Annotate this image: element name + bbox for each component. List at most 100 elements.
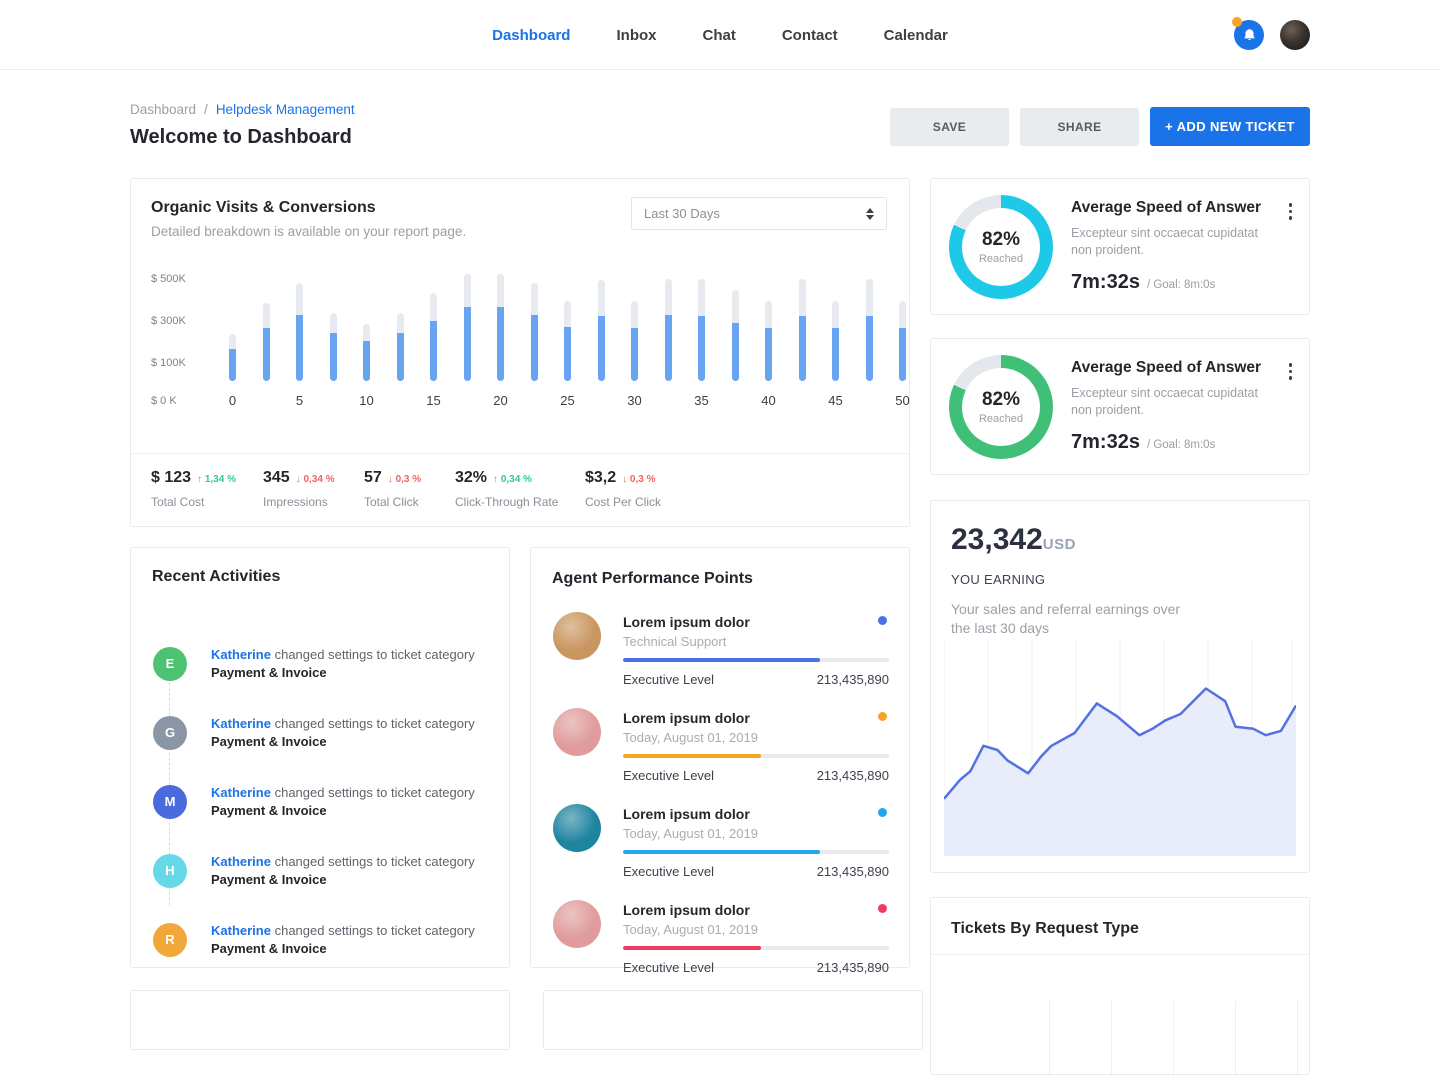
stat-delta: ↓ 0,34 % [296,474,335,485]
earnings-desc: Your sales and referral earnings over th… [951,600,1201,638]
status-dot [878,808,887,817]
organic-card-subtitle: Detailed breakdown is available on your … [151,224,466,239]
stat-delta-value: 0,3 % [630,474,656,485]
x-axis-tick: 50 [895,393,909,408]
nav-item[interactable]: Calendar [884,27,948,44]
agent-meta-row: Executive Level 213,435,890 [623,960,889,975]
activity-text: Katherine changed settings to ticket cat… [211,646,475,682]
speed-card-desc: Excepteur sint occaecat cupidatat non pr… [1071,385,1273,419]
activity-action: changed settings to ticket category [275,647,475,662]
kebab-menu-icon[interactable] [1287,201,1295,222]
activity-actor[interactable]: Katherine [211,923,271,938]
status-dot [878,904,887,913]
nav-item[interactable]: Dashboard [492,27,570,44]
earnings-area-chart [944,639,1296,866]
bar-value [832,328,839,381]
bar-value [296,315,303,381]
share-button[interactable]: SHARE [1020,108,1139,146]
tickets-by-request-type-card: Tickets By Request Type [930,897,1310,1075]
agent-name: Lorem ipsum dolor [623,804,889,822]
bar-value [899,328,906,381]
activity-item[interactable]: R Katherine changed settings to ticket c… [131,905,509,974]
recent-activities-card: Recent Activities E Katherine changed se… [130,547,510,968]
activity-action: changed settings to ticket category [275,854,475,869]
activity-action: changed settings to ticket category [275,785,475,800]
activity-item[interactable]: H Katherine changed settings to ticket c… [131,836,509,905]
nav-item-label: Chat [702,27,735,44]
agent-subtitle: Today, August 01, 2019 [623,730,889,745]
bar-value [665,315,672,381]
x-axis-tick: 10 [359,393,373,408]
notifications-button[interactable] [1234,20,1264,50]
agent-progress-fill [623,754,761,758]
agent-item[interactable]: Lorem ipsum dolor Technical Support Exec… [553,612,889,687]
agent-progress-track [623,850,889,854]
date-range-select[interactable]: Last 30 Days [631,197,887,230]
x-axis-tick: 25 [560,393,574,408]
y-axis-tick: $ 500K [151,273,186,285]
bar-value [464,307,471,381]
stat-delta: ↓ 0,3 % [388,474,421,485]
agent-avatar [553,900,601,948]
kebab-menu-icon[interactable] [1287,361,1295,382]
agent-progress-fill [623,946,761,950]
bar-value [531,315,538,381]
activity-actor[interactable]: Katherine [211,854,271,869]
agent-item[interactable]: Lorem ipsum dolor Today, August 01, 2019… [553,804,889,879]
breadcrumb-parent[interactable]: Dashboard [130,102,196,117]
nav-item[interactable]: Contact [782,27,838,44]
x-axis-tick: 35 [694,393,708,408]
agent-item[interactable]: Lorem ipsum dolor Today, August 01, 2019… [553,708,889,783]
user-avatar[interactable] [1280,20,1310,50]
agent-points: 213,435,890 [817,672,889,687]
earnings-card: 23,342 USD YOU EARNING Your sales and re… [930,500,1310,873]
y-axis-tick: $ 300K [151,315,186,327]
agent-body: Lorem ipsum dolor Today, August 01, 2019… [623,900,889,975]
agent-avatar [553,804,601,852]
stat-delta-value: 0,34 % [303,474,334,485]
x-axis-tick: 30 [627,393,641,408]
donut-chart: 82% Reached [949,355,1053,459]
bar-value [765,328,772,381]
activity-item[interactable]: G Katherine changed settings to ticket c… [131,698,509,767]
stat-value: 32% [455,469,487,487]
agent-level: Executive Level [623,864,714,879]
stat-label: Click-Through Rate [455,495,558,509]
organic-stats-row: $ 123 ↑ 1,34 % Total Cost 345 ↓ 0,34 % I… [151,469,891,519]
stat-delta: ↑ 0,34 % [493,474,532,485]
activity-category: Payment & Invoice [211,665,327,680]
agent-level: Executive Level [623,960,714,975]
save-button[interactable]: SAVE [890,108,1009,146]
add-new-ticket-button[interactable]: + ADD NEW TICKET [1150,107,1310,146]
bar-value [363,341,370,381]
breadcrumb-separator: / [204,102,208,117]
speed-time: 7m:32s [1071,431,1140,454]
organic-bars [229,271,909,381]
bar-value [698,316,705,381]
activity-actor[interactable]: Katherine [211,785,271,800]
agent-subtitle: Technical Support [623,634,889,649]
header-right [1234,20,1310,50]
partial-card-left [130,990,510,1050]
stat-delta-value: 0,3 % [396,474,422,485]
nav-item[interactable]: Inbox [616,27,656,44]
activity-actor[interactable]: Katherine [211,647,271,662]
nav-item[interactable]: Chat [702,27,735,44]
agent-item[interactable]: Lorem ipsum dolor Today, August 01, 2019… [553,900,889,975]
bar-value [430,321,437,381]
tickets-chart-gridlines [931,1001,1309,1076]
activity-text: Katherine changed settings to ticket cat… [211,715,475,751]
activity-item[interactable]: E Katherine changed settings to ticket c… [131,629,509,698]
tickets-divider [931,954,1309,955]
organic-visits-card: Organic Visits & Conversions Detailed br… [130,178,910,527]
activity-avatar: M [153,785,187,819]
stat-delta-value: 0,34 % [501,474,532,485]
agent-meta-row: Executive Level 213,435,890 [623,768,889,783]
activity-avatar: E [153,647,187,681]
activity-actor[interactable]: Katherine [211,716,271,731]
stats-divider [131,453,909,454]
partial-card-right [543,990,923,1050]
breadcrumb-current[interactable]: Helpdesk Management [216,102,355,117]
activity-item[interactable]: M Katherine changed settings to ticket c… [131,767,509,836]
activity-category: Payment & Invoice [211,941,327,956]
